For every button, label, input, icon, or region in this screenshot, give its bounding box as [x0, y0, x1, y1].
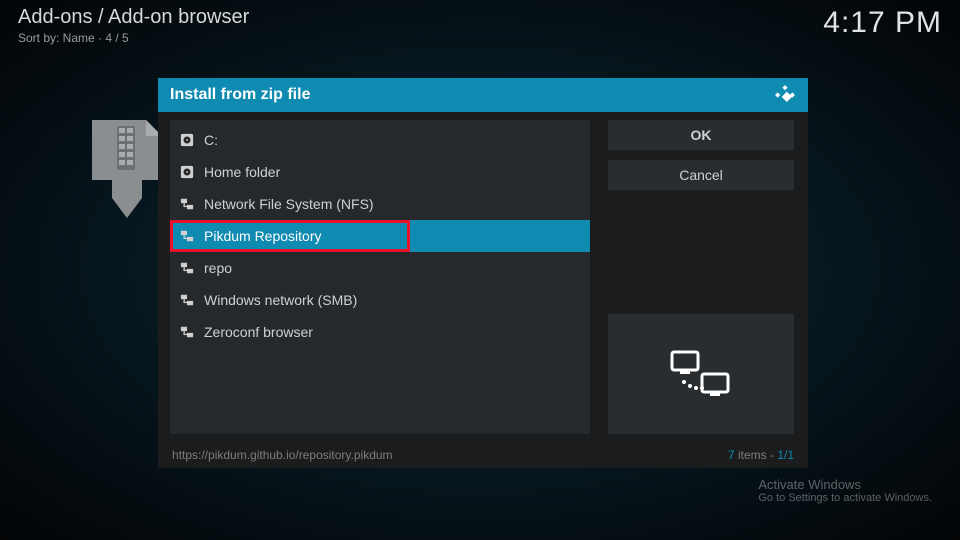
source-row[interactable]: Zeroconf browser [170, 316, 590, 348]
network-icon [180, 293, 194, 307]
source-label: Windows network (SMB) [204, 292, 357, 308]
source-row[interactable]: C: [170, 124, 590, 156]
source-label: Pikdum Repository [204, 228, 322, 244]
install-zip-dialog: Install from zip file C: Home folder Netwo… [158, 78, 808, 468]
drive-icon [180, 165, 194, 179]
source-row[interactable]: Pikdum Repository [170, 220, 590, 252]
sort-line: Sort by: Name · 4 / 5 [18, 31, 249, 45]
source-row[interactable]: Network File System (NFS) [170, 188, 590, 220]
source-row[interactable]: repo [170, 252, 590, 284]
source-row[interactable]: Home folder [170, 156, 590, 188]
dialog-side-panel: OK Cancel [590, 112, 808, 442]
footer-item-count: 7 items - 1/1 [728, 448, 794, 462]
zip-graphic [92, 120, 162, 220]
dialog-title: Install from zip file [170, 86, 310, 104]
preview-thumbnail [608, 314, 794, 434]
network-icon [180, 325, 194, 339]
source-label: C: [204, 132, 218, 148]
ok-button[interactable]: OK [608, 120, 794, 150]
kodi-logo-icon [774, 84, 796, 106]
source-label: repo [204, 260, 232, 276]
source-label: Home folder [204, 164, 280, 180]
source-row[interactable]: Windows network (SMB) [170, 284, 590, 316]
breadcrumb: Add-ons / Add-on browser [18, 6, 249, 29]
drive-icon [180, 133, 194, 147]
network-icon [180, 197, 194, 211]
network-icon [180, 229, 194, 243]
clock: 4:17 PM [823, 6, 942, 40]
dialog-title-bar: Install from zip file [158, 78, 808, 112]
cancel-button[interactable]: Cancel [608, 160, 794, 190]
source-label: Network File System (NFS) [204, 196, 374, 212]
windows-activation-watermark: Activate Windows Go to Settings to activ… [758, 477, 932, 504]
source-label: Zeroconf browser [204, 324, 313, 340]
file-source-list[interactable]: C: Home folder Network File System (NFS) Pi… [170, 120, 590, 434]
footer-url: https://pikdum.github.io/repository.pikd… [172, 448, 393, 462]
network-icon [180, 261, 194, 275]
